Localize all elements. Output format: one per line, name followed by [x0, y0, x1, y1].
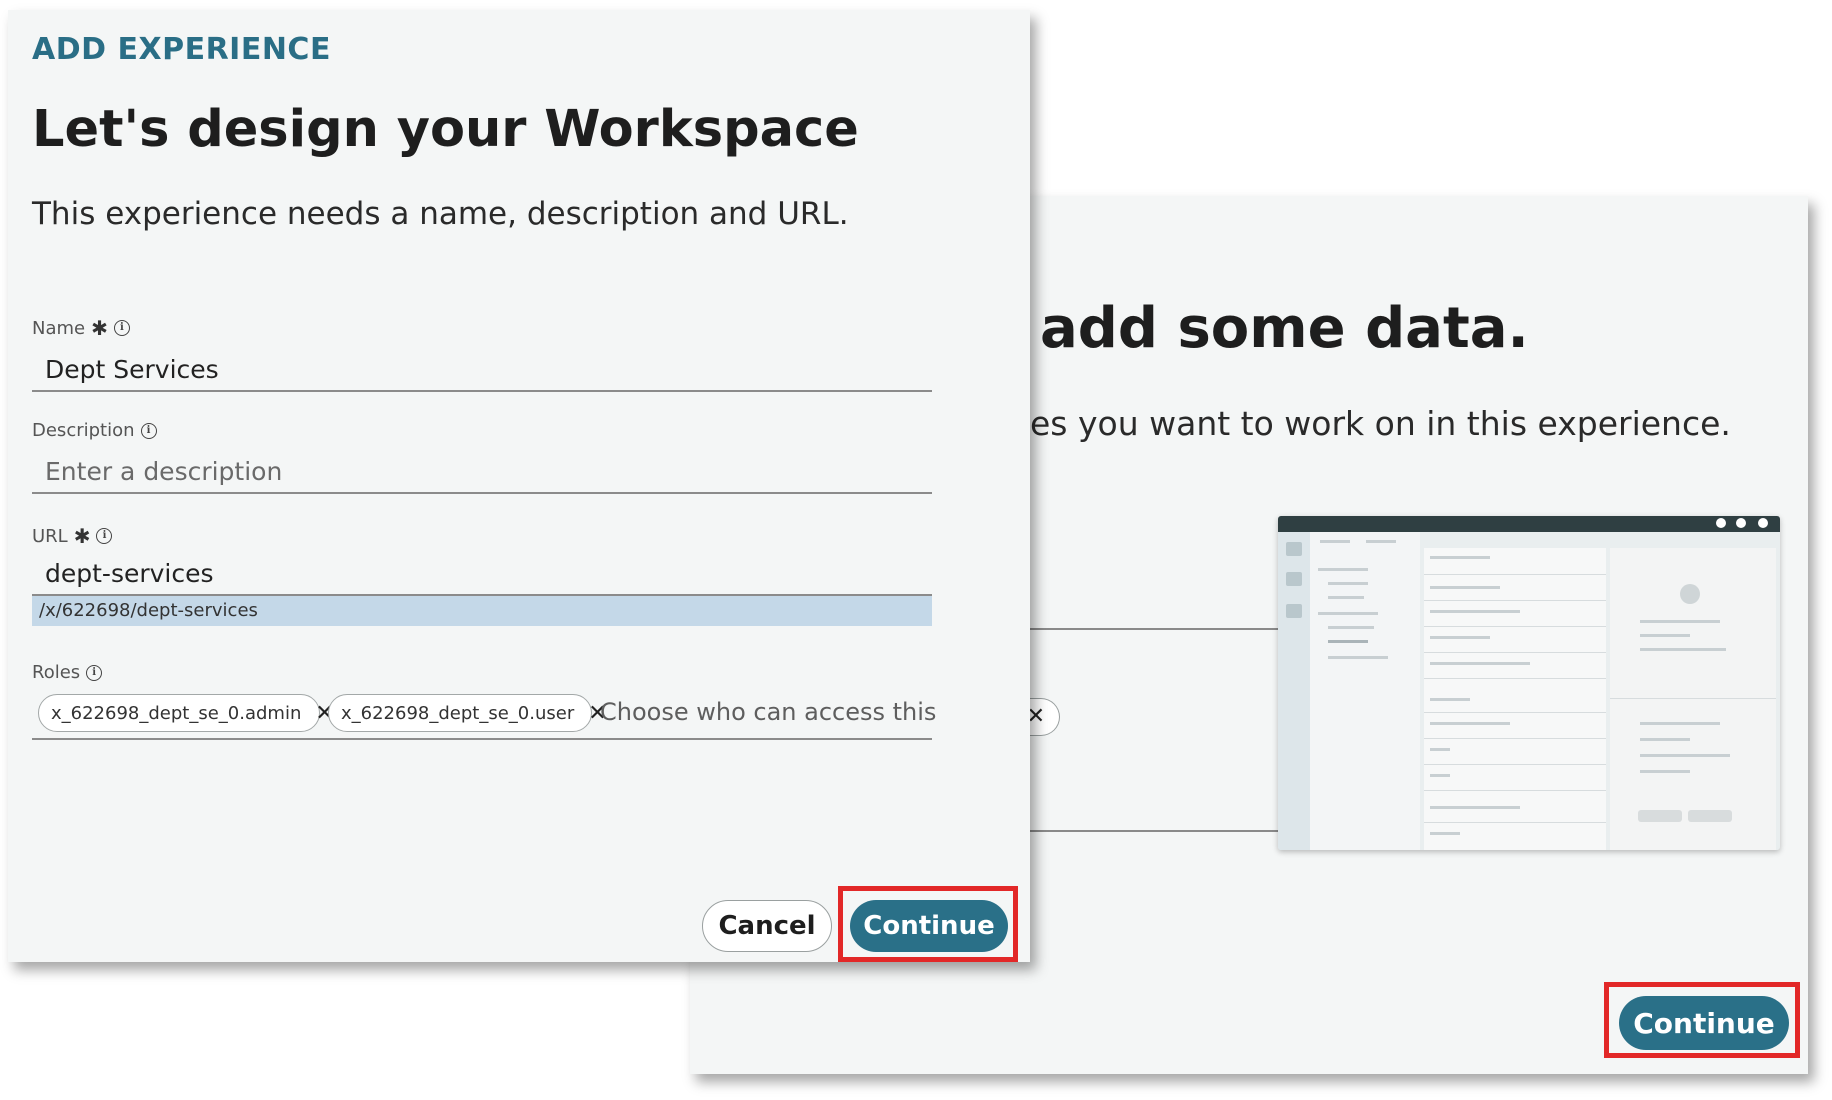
info-icon[interactable]: i — [96, 528, 113, 544]
url-label: URL — [32, 525, 68, 547]
info-icon[interactable]: i — [86, 664, 103, 681]
required-asterisk-icon: ✱ — [73, 524, 91, 548]
continue-button[interactable]: Continue — [850, 900, 1008, 952]
workspace-preview-illustration — [1278, 516, 1780, 850]
role-chip-label: x_622698_dept_se_0.admin — [51, 702, 302, 724]
roles-field[interactable]: x_622698_dept_se_0.admin ✕ x_622698_dept… — [32, 688, 936, 740]
cancel-button[interactable]: Cancel — [702, 900, 832, 952]
url-field[interactable] — [32, 552, 932, 596]
add-experience-dialog: ADD EXPERIENCE Let's design your Workspa… — [8, 10, 1030, 962]
info-icon[interactable]: i — [113, 320, 130, 336]
illustration-list — [1424, 548, 1606, 850]
name-field[interactable] — [32, 348, 932, 392]
illustration-nav — [1310, 532, 1420, 850]
name-label: Name — [32, 317, 86, 339]
role-chip-label: x_622698_dept_se_0.user — [341, 702, 575, 724]
back-continue-button[interactable]: Continue — [1619, 996, 1789, 1050]
url-input[interactable] — [32, 552, 932, 594]
back-title: add some data. — [1040, 296, 1529, 361]
roles-label-row: Roles i — [32, 662, 103, 683]
role-chip: x_622698_dept_se_0.user ✕ — [328, 694, 607, 732]
description-label-row: Description i — [32, 420, 157, 441]
description-label: Description — [32, 420, 135, 441]
illustration-rail — [1278, 532, 1310, 850]
url-label-row: URL ✱ i — [32, 524, 113, 548]
name-label-row: Name ✱ i — [32, 316, 130, 340]
description-input[interactable] — [32, 450, 932, 492]
illustration-detail — [1610, 548, 1776, 850]
required-asterisk-icon: ✱ — [91, 316, 108, 340]
role-chip: x_622698_dept_se_0.admin ✕ — [38, 694, 334, 732]
back-subtitle: es you want to work on in this experienc… — [1030, 404, 1731, 443]
description-field[interactable] — [32, 450, 932, 494]
illustration-header-bar — [1278, 516, 1780, 532]
dialog-subtitle: This experience needs a name, descriptio… — [32, 196, 849, 232]
dialog-eyebrow: ADD EXPERIENCE — [32, 32, 331, 67]
url-path-hint: /x/622698/dept-services — [32, 596, 932, 626]
roles-label: Roles — [32, 662, 81, 683]
name-input[interactable] — [32, 348, 932, 390]
dialog-title: Let's design your Workspace — [32, 100, 859, 159]
roles-input-placeholder[interactable]: Choose who can access this — [600, 698, 936, 726]
info-icon[interactable]: i — [140, 422, 157, 439]
